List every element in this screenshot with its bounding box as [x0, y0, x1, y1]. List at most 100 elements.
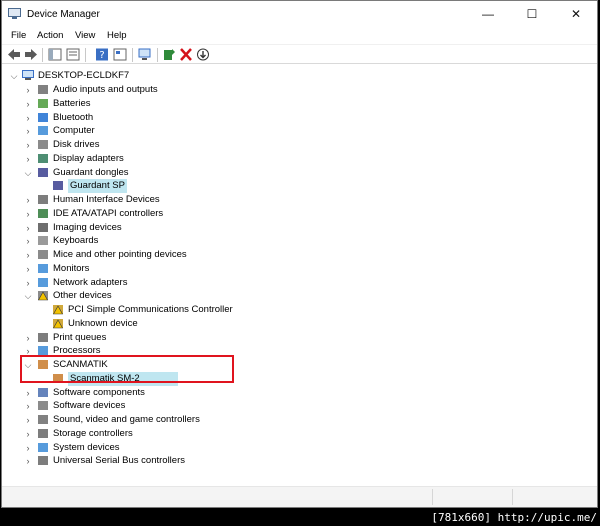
chevron-right-icon[interactable]: ›: [23, 193, 33, 207]
software-component-icon: [38, 387, 48, 397]
menu-action[interactable]: Action: [37, 30, 63, 41]
warning-device-icon: [52, 318, 64, 329]
title-bar: Device Manager — ☐ ✕: [2, 1, 597, 27]
tree-item-label: PCI Simple Communications Controller: [68, 304, 233, 315]
menu-view[interactable]: View: [75, 30, 95, 41]
chevron-right-icon[interactable]: ›: [23, 262, 33, 276]
tree-item-label: Monitors: [53, 262, 90, 274]
tree-item-label: Software components: [53, 386, 145, 398]
chevron-right-icon[interactable]: ›: [23, 248, 33, 262]
chevron-right-icon[interactable]: ›: [23, 111, 33, 125]
device-manager-window: Device Manager — ☐ ✕ File Action View He…: [1, 0, 598, 508]
menu-bar: File Action View Help: [2, 27, 597, 44]
minimize-button[interactable]: —: [466, 1, 510, 27]
tree-item-label: Display adapters: [53, 152, 124, 164]
toolbar-separator: [85, 48, 86, 62]
tree-item-label: Print queues: [53, 331, 107, 343]
tree-item-label: System devices: [53, 441, 120, 453]
device-tree: ⌵ DESKTOP-ECLDKF7 › Audio inputs and outp…: [2, 65, 597, 485]
chevron-right-icon[interactable]: ›: [23, 441, 33, 455]
tree-root-label: DESKTOP-ECLDKF7: [38, 70, 130, 81]
hid-icon: [38, 195, 48, 204]
window-title: Device Manager: [27, 9, 100, 20]
toolbar-separator: [157, 48, 158, 62]
chevron-right-icon[interactable]: ›: [23, 427, 33, 441]
status-cell: [432, 489, 513, 505]
toolbar: ?: [2, 44, 597, 64]
software-device-icon: [38, 401, 48, 411]
tree-item-label: Bluetooth: [53, 111, 94, 123]
tree-item-label: Unknown device: [68, 317, 138, 329]
warning-device-icon: [52, 305, 64, 315]
chevron-right-icon[interactable]: ›: [23, 152, 33, 166]
chevron-right-icon[interactable]: ›: [23, 413, 33, 427]
chevron-right-icon[interactable]: ›: [23, 331, 33, 345]
tree-item-label: Storage controllers: [53, 427, 133, 439]
maximize-button[interactable]: ☐: [510, 1, 554, 27]
download-driver-icon[interactable]: [196, 48, 210, 61]
dongle-icon: [38, 167, 48, 177]
mouse-icon: [38, 250, 48, 259]
scan-for-hardware-icon[interactable]: [138, 48, 152, 61]
back-arrow-icon[interactable]: [7, 48, 21, 61]
menu-help[interactable]: Help: [107, 30, 127, 41]
chevron-right-icon[interactable]: ›: [23, 399, 33, 413]
chevron-right-icon[interactable]: ›: [23, 234, 33, 248]
chevron-right-icon[interactable]: ›: [23, 276, 33, 290]
chevron-right-icon[interactable]: ›: [23, 454, 33, 468]
toolbar-separator: [42, 48, 43, 62]
display-adapter-icon: [38, 153, 48, 163]
help-icon[interactable]: ?: [95, 48, 109, 61]
camera-icon: [38, 222, 48, 232]
chevron-down-icon[interactable]: ⌵: [23, 166, 33, 180]
svg-text:?: ?: [99, 50, 104, 61]
computer-icon: [22, 70, 34, 80]
chevron-right-icon[interactable]: ›: [23, 386, 33, 400]
usb-icon: [38, 456, 48, 466]
tree-item-label: Human Interface Devices: [53, 194, 160, 205]
battery-icon: [38, 98, 48, 108]
update-driver-icon[interactable]: [162, 48, 176, 61]
console-view-icon[interactable]: [66, 48, 80, 61]
tree-item-label: Batteries: [53, 97, 91, 109]
highlight-annotation: [20, 355, 234, 383]
monitor-icon: [38, 263, 48, 273]
watermark-text: [781x660] http://upic.me/: [431, 511, 597, 524]
chevron-right-icon[interactable]: ›: [23, 221, 33, 235]
menu-file[interactable]: File: [11, 30, 26, 41]
tree-item-label: Disk drives: [53, 139, 100, 150]
chevron-down-icon[interactable]: ⌵: [9, 69, 19, 83]
system-icon: [38, 442, 48, 452]
speaker-icon: [38, 85, 48, 94]
tree-item-label: Audio inputs and outputs: [53, 84, 158, 95]
status-bar: [2, 486, 597, 507]
dongle-icon: [53, 181, 63, 191]
tree-item-label: Guardant dongles: [53, 166, 129, 178]
status-cell: [512, 489, 597, 505]
chevron-down-icon[interactable]: ⌵: [23, 289, 33, 303]
keyboard-icon: [38, 236, 48, 246]
chevron-right-icon[interactable]: ›: [23, 207, 33, 221]
uninstall-device-icon[interactable]: [179, 48, 193, 61]
tree-item-label: Imaging devices: [53, 221, 122, 233]
unknown-device-icon: [37, 291, 49, 301]
chevron-right-icon[interactable]: ›: [23, 138, 33, 152]
show-hide-console-tree-icon[interactable]: [48, 48, 62, 61]
chevron-right-icon[interactable]: ›: [23, 124, 33, 138]
speaker-icon: [38, 415, 48, 424]
printer-icon: [38, 332, 48, 342]
device-manager-icon: [8, 8, 21, 19]
chevron-right-icon[interactable]: ›: [23, 83, 33, 97]
tree-item-label: Mice and other pointing devices: [53, 249, 187, 260]
chevron-right-icon[interactable]: ›: [23, 97, 33, 111]
properties-icon[interactable]: [113, 48, 127, 61]
monitor-icon: [38, 126, 48, 136]
close-button[interactable]: ✕: [554, 1, 598, 27]
tree-item-label: Software devices: [53, 400, 126, 412]
tree-item-label: IDE ATA/ATAPI controllers: [53, 207, 164, 219]
tree-item-label: Universal Serial Bus controllers: [53, 455, 185, 467]
tree-item-label: Sound, video and game controllers: [53, 414, 200, 425]
ide-icon: [38, 208, 48, 218]
forward-arrow-icon[interactable]: [24, 48, 38, 61]
tree-item-label: Guardant SP: [68, 179, 127, 194]
